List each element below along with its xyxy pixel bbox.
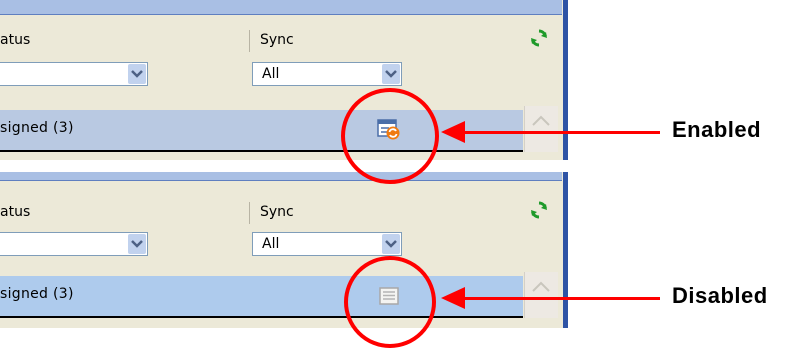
chevron-down-icon (385, 70, 397, 78)
status-column-header[interactable]: atus (0, 32, 30, 48)
refresh-icon[interactable] (530, 29, 548, 47)
column-header-row: atus Sync (0, 198, 563, 226)
sync-column-header[interactable]: Sync (260, 32, 294, 48)
sync-filter-select[interactable]: All (252, 232, 402, 256)
disabled-label: Disabled (672, 283, 768, 308)
scrollbar[interactable] (524, 272, 558, 318)
panel-top-border (0, 0, 562, 15)
sync-filter-dropdown-button[interactable] (382, 64, 400, 84)
column-separator (249, 202, 250, 224)
chevron-down-icon (385, 240, 397, 248)
status-filter-dropdown-button[interactable] (128, 234, 146, 254)
filter-row: All (0, 60, 563, 96)
column-header-row: atus Sync (0, 26, 563, 54)
arrow-line-disabled (462, 297, 660, 300)
scrollbar[interactable] (524, 106, 558, 152)
sync-filter-select[interactable]: All (252, 62, 402, 86)
arrow-line-enabled (462, 131, 660, 134)
enabled-label: Enabled (672, 117, 762, 142)
sync-disabled-icon (379, 287, 399, 305)
status-filter-select[interactable] (0, 62, 148, 86)
grid-panel-disabled: atus Sync All signed (3) (0, 172, 568, 328)
column-separator (249, 30, 250, 52)
group-row-label: signed (3) (0, 286, 74, 302)
scroll-up-arrow-icon[interactable] (531, 280, 551, 294)
sync-filter-dropdown-button[interactable] (382, 234, 400, 254)
sync-filter-value: All (262, 66, 280, 82)
panel-right-border (563, 0, 568, 160)
status-filter-dropdown-button[interactable] (128, 64, 146, 84)
chevron-down-icon (131, 240, 143, 248)
filter-row: All (0, 230, 563, 266)
group-row-label: signed (3) (0, 120, 74, 136)
status-column-header[interactable]: atus (0, 204, 30, 220)
panel-right-border (563, 172, 568, 328)
grid-panel-enabled: atus Sync All signed (3) (0, 0, 568, 160)
chevron-down-icon (131, 70, 143, 78)
refresh-icon[interactable] (530, 201, 548, 219)
status-filter-select[interactable] (0, 232, 148, 256)
panel-top-border (0, 172, 562, 181)
scroll-up-arrow-icon[interactable] (531, 114, 551, 128)
sync-enabled-icon[interactable] (377, 119, 401, 141)
sync-column-header[interactable]: Sync (260, 204, 294, 220)
sync-filter-value: All (262, 236, 280, 252)
